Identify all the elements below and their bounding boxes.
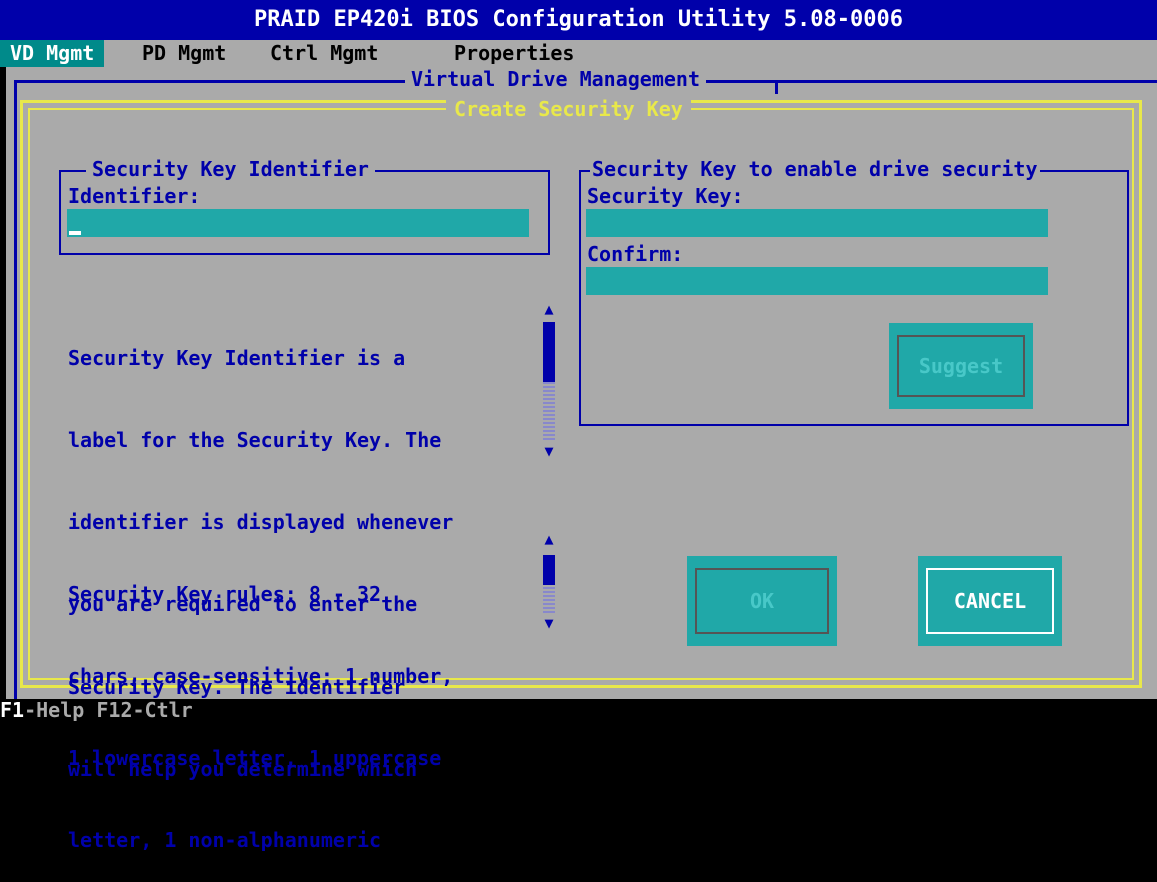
scroll-track[interactable] xyxy=(543,585,555,613)
scroll-thumb[interactable] xyxy=(543,555,555,585)
help-line: Security Key rules: 8 - 32 xyxy=(68,581,382,606)
vd-panel-title: Virtual Drive Management xyxy=(405,66,706,93)
menu-vd-mgmt[interactable]: VD Mgmt xyxy=(0,40,105,67)
cancel-button[interactable]: CANCEL xyxy=(918,556,1062,646)
suggest-button[interactable]: Suggest xyxy=(889,323,1033,409)
f1-key[interactable]: F1 xyxy=(0,698,24,722)
vd-border-line-left xyxy=(14,80,409,83)
menu-bar: VD Mgmt PD Mgmt Ctrl Mgmt Properties xyxy=(0,40,1157,67)
scroll-down-arrow-icon[interactable]: ▼ xyxy=(542,616,556,631)
confirm-label: Confirm: xyxy=(587,242,684,266)
scroll-down-arrow-icon[interactable]: ▼ xyxy=(542,444,556,459)
vd-border-line-right xyxy=(770,80,1157,83)
f12-hint[interactable]: F12-Ctlr xyxy=(96,698,192,722)
scroll-track[interactable] xyxy=(543,382,555,440)
identifier-group-legend: Security Key Identifier xyxy=(86,156,375,182)
help-line: 1 lowercase letter, 1 uppercase xyxy=(68,746,442,771)
security-key-label: Security Key: xyxy=(587,184,744,208)
identifier-label: Identifier: xyxy=(68,184,201,208)
help-line: Security Key Identifier is a xyxy=(68,345,406,370)
ok-button[interactable]: OK xyxy=(687,556,837,646)
suggest-button-label: Suggest xyxy=(897,335,1025,397)
scroll-thumb[interactable] xyxy=(543,322,555,382)
status-hints: F1-Help F12-Ctlr xyxy=(0,699,193,722)
status-bar: F1-Help F12-Ctlr xyxy=(0,699,1157,722)
scroll-up-arrow-icon[interactable]: ▲ xyxy=(542,532,556,547)
ok-button-label: OK xyxy=(695,568,829,634)
security-key-input[interactable] xyxy=(586,209,1048,237)
f1-action: -Help xyxy=(24,698,85,722)
identifier-help-scrollbar[interactable]: ▲ ▼ xyxy=(542,300,556,462)
cancel-button-label: CANCEL xyxy=(926,568,1054,634)
scroll-up-arrow-icon[interactable]: ▲ xyxy=(542,302,556,317)
text-cursor xyxy=(69,231,81,235)
menu-ctrl-mgmt[interactable]: Ctrl Mgmt xyxy=(260,40,388,67)
help-line: label for the Security Key. The xyxy=(68,428,442,453)
confirm-input[interactable] xyxy=(586,267,1048,295)
title-bar: PRAID EP420i BIOS Configuration Utility … xyxy=(0,0,1157,40)
window-title: PRAID EP420i BIOS Configuration Utility … xyxy=(253,7,903,32)
dialog-title: Create Security Key xyxy=(446,96,691,122)
vd-border-tick xyxy=(775,80,778,94)
menu-pd-mgmt[interactable]: PD Mgmt xyxy=(132,40,236,67)
security-key-group-legend: Security Key to enable drive security xyxy=(590,156,1040,182)
menu-properties[interactable]: Properties xyxy=(444,40,584,67)
rules-help-scrollbar[interactable]: ▲ ▼ xyxy=(542,530,556,631)
identifier-input[interactable] xyxy=(67,209,529,237)
help-line: letter, 1 non-alphanumeric xyxy=(68,828,382,853)
help-line: chars, case-sensitive; 1 number, xyxy=(68,664,454,689)
